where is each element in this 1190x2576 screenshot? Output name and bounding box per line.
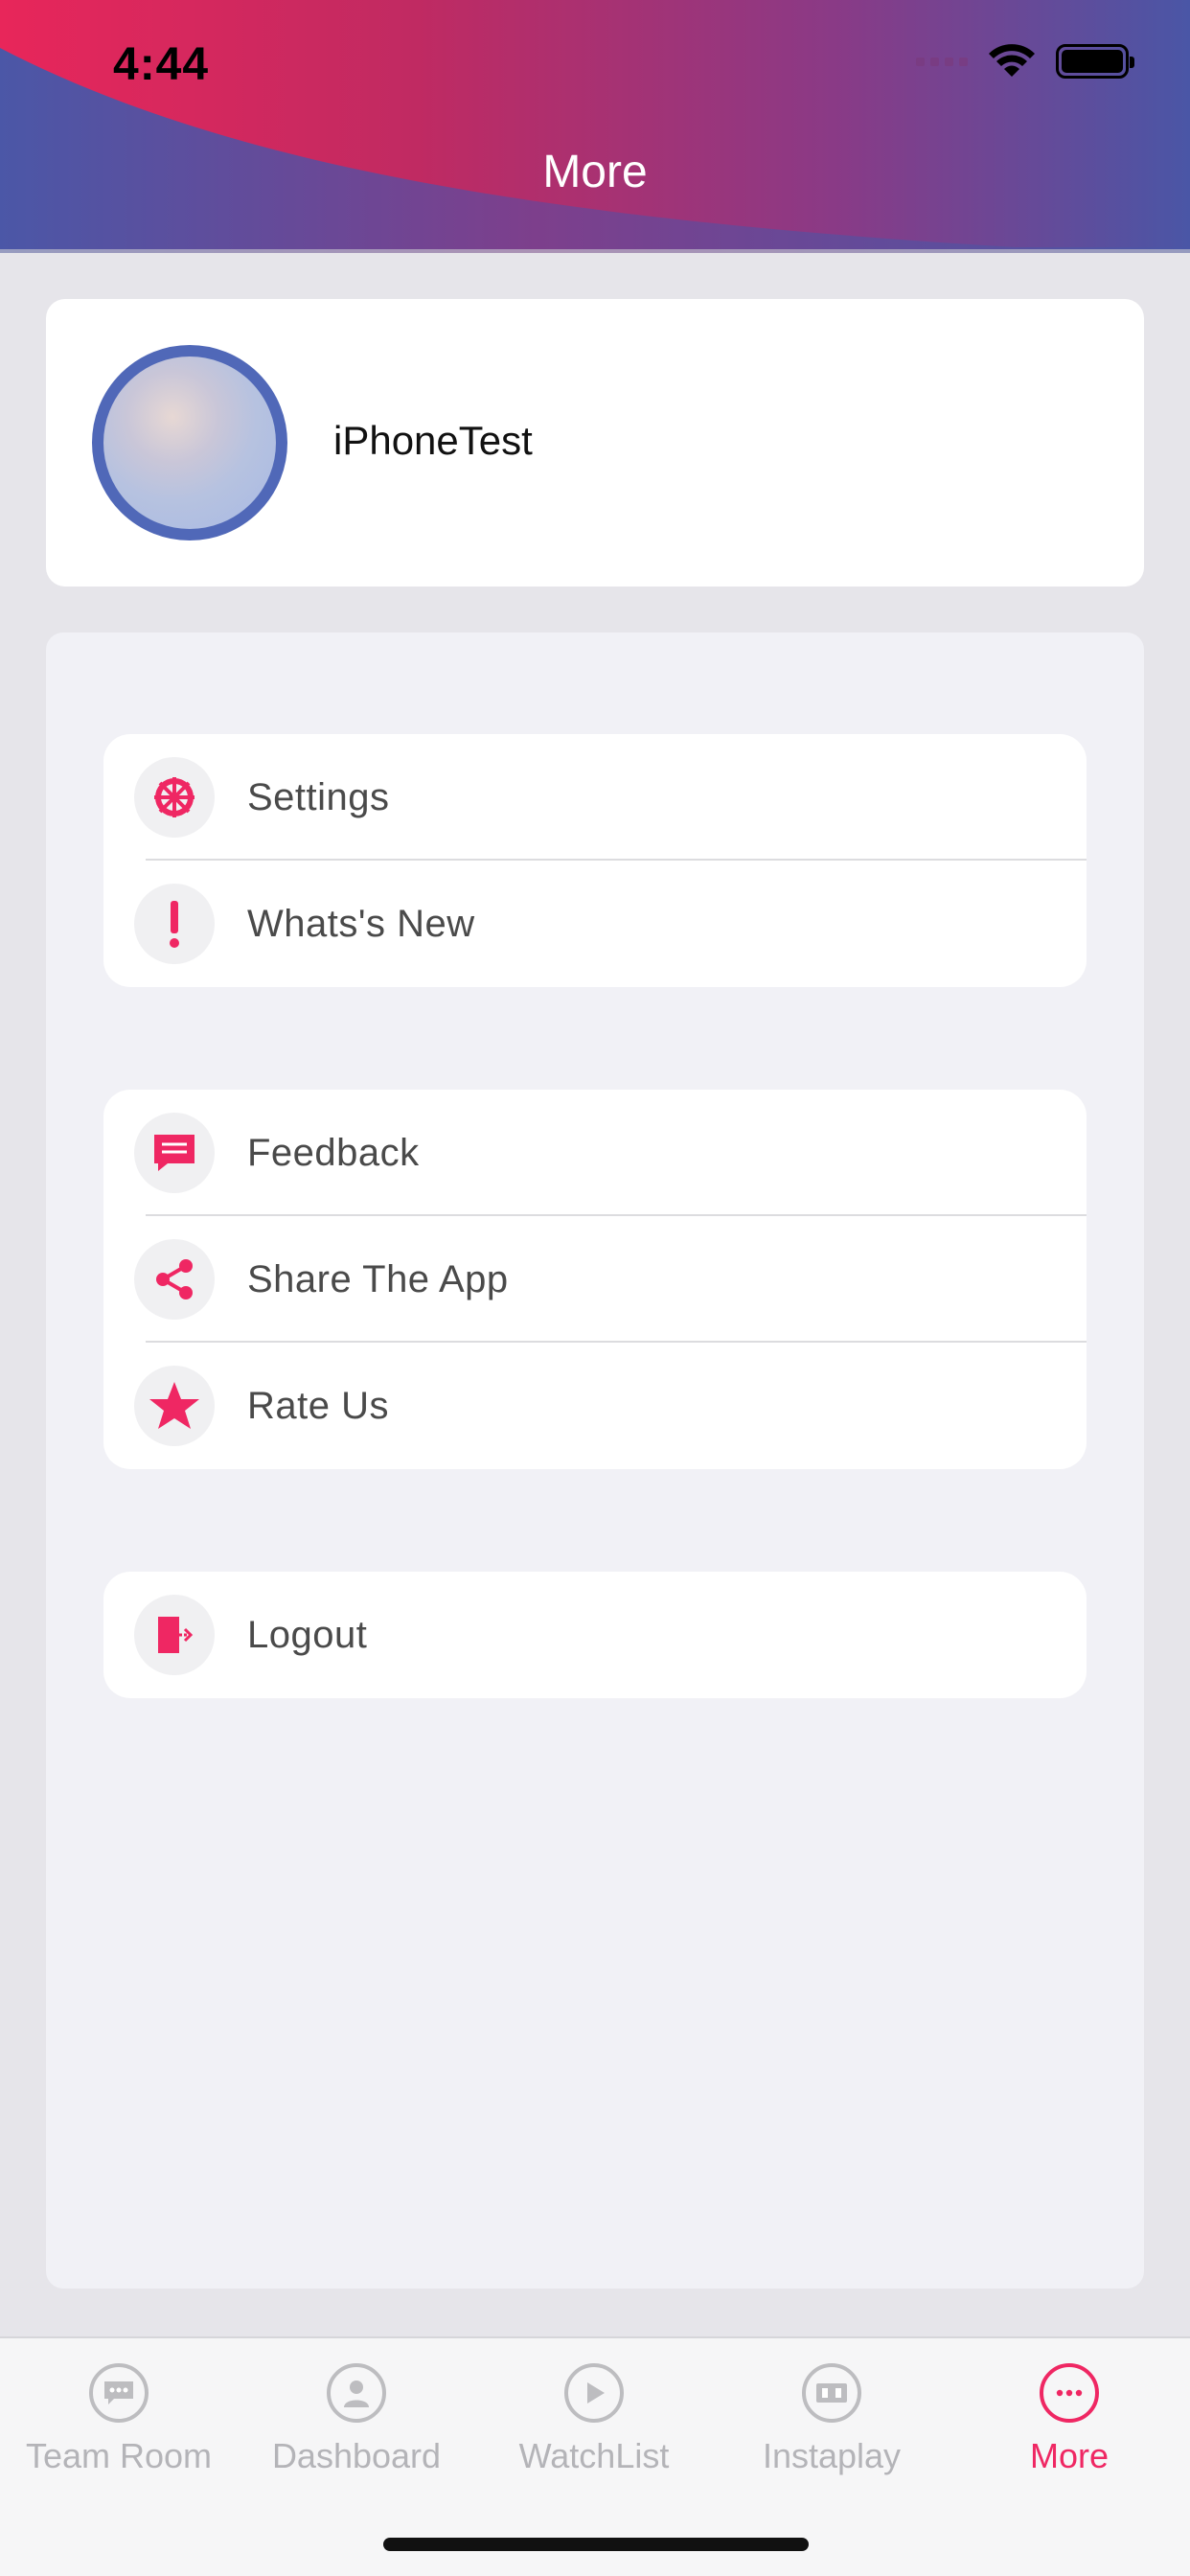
menu-item-label: Share The App [247, 1258, 509, 1300]
person-icon [327, 2363, 386, 2423]
tab-label: More [1029, 2436, 1110, 2475]
page-title: More [542, 147, 648, 197]
menu-item-label: Whats's New [247, 903, 475, 945]
exclamation-icon [134, 884, 215, 964]
tab-watchlist[interactable]: WatchList [475, 2363, 713, 2476]
menu-item-label: Logout [247, 1614, 368, 1656]
menu-group-social: Feedback Share The App Rate Us [103, 1090, 1087, 1469]
menu-item-label: Feedback [247, 1132, 420, 1174]
menu-group-account: Logout [103, 1572, 1087, 1698]
menu-item-label: Settings [247, 776, 390, 818]
more-dots-icon [1040, 2363, 1099, 2423]
tab-dashboard[interactable]: Dashboard [238, 2363, 475, 2476]
tab-label: Team Room [25, 2436, 213, 2475]
battery-icon [1056, 44, 1134, 79]
menu-item-logout[interactable]: Logout [103, 1572, 1087, 1698]
profile-name: iPhoneTest [333, 418, 533, 463]
tab-team-room[interactable]: Team Room [0, 2363, 238, 2476]
play-icon [564, 2363, 624, 2423]
menu-item-feedback[interactable]: Feedback [103, 1090, 1087, 1216]
menu-item-settings[interactable]: Settings [103, 734, 1087, 861]
share-icon [134, 1239, 215, 1320]
chat-bubble-icon [89, 2363, 149, 2423]
tab-label: WatchList [518, 2436, 670, 2475]
menu-group-app: Settings Whats's New [103, 734, 1087, 987]
home-indicator[interactable] [383, 2538, 809, 2551]
tab-label: Dashboard [271, 2436, 442, 2475]
tab-label: Instaplay [762, 2436, 902, 2475]
status-time: 4:44 [113, 39, 210, 90]
gear-icon [134, 757, 215, 838]
wifi-icon [989, 44, 1035, 77]
chat-icon [134, 1113, 215, 1193]
menu-item-rate-us[interactable]: Rate Us [103, 1343, 1087, 1469]
menu-item-share-app[interactable]: Share The App [103, 1216, 1087, 1343]
cellular-signal-icon [916, 57, 968, 66]
tab-more[interactable]: More [950, 2363, 1188, 2476]
menu-panel: Settings Whats's New Feedback Share The … [46, 632, 1144, 2288]
menu-item-whats-new[interactable]: Whats's New [103, 861, 1087, 987]
logout-icon [134, 1595, 215, 1675]
menu-item-label: Rate Us [247, 1385, 389, 1427]
scoreboard-icon [802, 2363, 861, 2423]
status-icons [916, 44, 1134, 79]
avatar[interactable] [92, 345, 287, 540]
header-divider [0, 249, 1190, 253]
star-icon [134, 1366, 215, 1446]
tab-instaplay[interactable]: Instaplay [713, 2363, 950, 2476]
profile-card[interactable]: iPhoneTest [46, 299, 1144, 586]
